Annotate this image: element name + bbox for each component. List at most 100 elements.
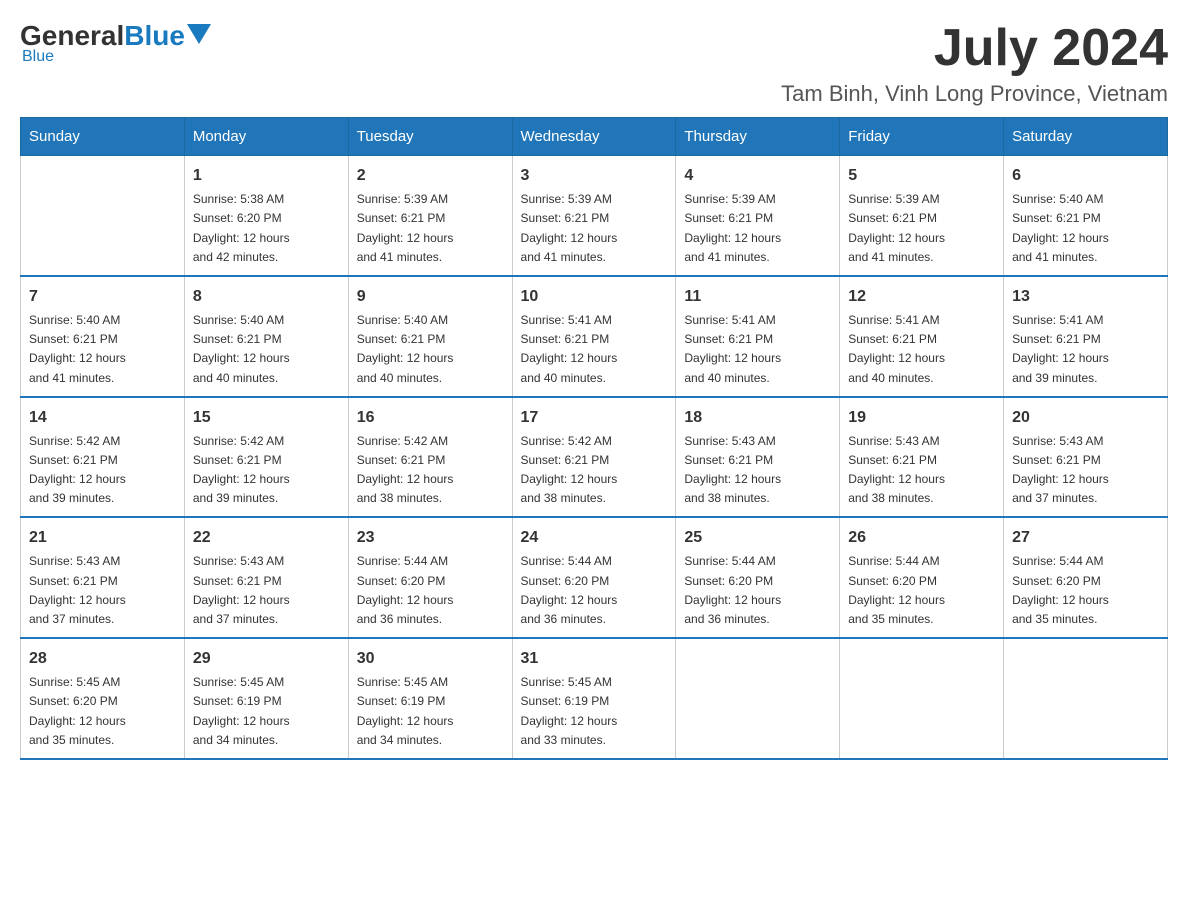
day-number: 1 bbox=[193, 164, 340, 188]
day-info: Sunrise: 5:42 AM Sunset: 6:21 PM Dayligh… bbox=[357, 432, 504, 509]
month-year-title: July 2024 bbox=[781, 20, 1168, 77]
logo: General Blue Blue bbox=[20, 20, 211, 66]
day-info: Sunrise: 5:40 AM Sunset: 6:21 PM Dayligh… bbox=[1012, 190, 1159, 267]
day-number: 10 bbox=[521, 285, 668, 309]
calendar-week-row: 14Sunrise: 5:42 AM Sunset: 6:21 PM Dayli… bbox=[21, 397, 1168, 518]
calendar-cell: 13Sunrise: 5:41 AM Sunset: 6:21 PM Dayli… bbox=[1004, 276, 1168, 397]
calendar-header-saturday: Saturday bbox=[1004, 118, 1168, 156]
day-number: 27 bbox=[1012, 526, 1159, 550]
day-info: Sunrise: 5:44 AM Sunset: 6:20 PM Dayligh… bbox=[684, 552, 831, 629]
day-number: 26 bbox=[848, 526, 995, 550]
day-info: Sunrise: 5:40 AM Sunset: 6:21 PM Dayligh… bbox=[357, 311, 504, 388]
day-number: 24 bbox=[521, 526, 668, 550]
day-number: 7 bbox=[29, 285, 176, 309]
calendar-cell: 29Sunrise: 5:45 AM Sunset: 6:19 PM Dayli… bbox=[184, 638, 348, 759]
day-number: 13 bbox=[1012, 285, 1159, 309]
day-number: 20 bbox=[1012, 406, 1159, 430]
day-number: 31 bbox=[521, 647, 668, 671]
day-info: Sunrise: 5:39 AM Sunset: 6:21 PM Dayligh… bbox=[848, 190, 995, 267]
day-info: Sunrise: 5:44 AM Sunset: 6:20 PM Dayligh… bbox=[357, 552, 504, 629]
day-number: 2 bbox=[357, 164, 504, 188]
day-info: Sunrise: 5:42 AM Sunset: 6:21 PM Dayligh… bbox=[193, 432, 340, 509]
page-header: General Blue Blue July 2024 Tam Binh, Vi… bbox=[20, 20, 1168, 107]
day-number: 22 bbox=[193, 526, 340, 550]
day-info: Sunrise: 5:40 AM Sunset: 6:21 PM Dayligh… bbox=[193, 311, 340, 388]
calendar-cell: 22Sunrise: 5:43 AM Sunset: 6:21 PM Dayli… bbox=[184, 517, 348, 638]
calendar-header-monday: Monday bbox=[184, 118, 348, 156]
logo-blue-text: Blue bbox=[124, 20, 185, 52]
day-number: 19 bbox=[848, 406, 995, 430]
logo-triangle-icon bbox=[187, 24, 211, 44]
day-number: 29 bbox=[193, 647, 340, 671]
day-info: Sunrise: 5:44 AM Sunset: 6:20 PM Dayligh… bbox=[848, 552, 995, 629]
day-number: 8 bbox=[193, 285, 340, 309]
calendar-cell: 3Sunrise: 5:39 AM Sunset: 6:21 PM Daylig… bbox=[512, 156, 676, 276]
day-info: Sunrise: 5:43 AM Sunset: 6:21 PM Dayligh… bbox=[1012, 432, 1159, 509]
day-info: Sunrise: 5:41 AM Sunset: 6:21 PM Dayligh… bbox=[848, 311, 995, 388]
calendar-cell: 15Sunrise: 5:42 AM Sunset: 6:21 PM Dayli… bbox=[184, 397, 348, 518]
day-number: 30 bbox=[357, 647, 504, 671]
calendar-cell: 10Sunrise: 5:41 AM Sunset: 6:21 PM Dayli… bbox=[512, 276, 676, 397]
calendar-week-row: 1Sunrise: 5:38 AM Sunset: 6:20 PM Daylig… bbox=[21, 156, 1168, 276]
calendar-week-row: 7Sunrise: 5:40 AM Sunset: 6:21 PM Daylig… bbox=[21, 276, 1168, 397]
day-number: 11 bbox=[684, 285, 831, 309]
day-info: Sunrise: 5:38 AM Sunset: 6:20 PM Dayligh… bbox=[193, 190, 340, 267]
calendar-cell bbox=[840, 638, 1004, 759]
calendar-cell: 27Sunrise: 5:44 AM Sunset: 6:20 PM Dayli… bbox=[1004, 517, 1168, 638]
day-number: 15 bbox=[193, 406, 340, 430]
calendar-cell: 16Sunrise: 5:42 AM Sunset: 6:21 PM Dayli… bbox=[348, 397, 512, 518]
calendar-cell: 25Sunrise: 5:44 AM Sunset: 6:20 PM Dayli… bbox=[676, 517, 840, 638]
calendar-cell: 9Sunrise: 5:40 AM Sunset: 6:21 PM Daylig… bbox=[348, 276, 512, 397]
day-info: Sunrise: 5:43 AM Sunset: 6:21 PM Dayligh… bbox=[29, 552, 176, 629]
calendar-cell: 20Sunrise: 5:43 AM Sunset: 6:21 PM Dayli… bbox=[1004, 397, 1168, 518]
calendar-header-sunday: Sunday bbox=[21, 118, 185, 156]
calendar-cell bbox=[21, 156, 185, 276]
day-info: Sunrise: 5:40 AM Sunset: 6:21 PM Dayligh… bbox=[29, 311, 176, 388]
day-info: Sunrise: 5:44 AM Sunset: 6:20 PM Dayligh… bbox=[1012, 552, 1159, 629]
day-info: Sunrise: 5:41 AM Sunset: 6:21 PM Dayligh… bbox=[521, 311, 668, 388]
logo-underline: Blue bbox=[20, 48, 54, 66]
day-info: Sunrise: 5:41 AM Sunset: 6:21 PM Dayligh… bbox=[1012, 311, 1159, 388]
day-info: Sunrise: 5:43 AM Sunset: 6:21 PM Dayligh… bbox=[193, 552, 340, 629]
calendar-cell: 19Sunrise: 5:43 AM Sunset: 6:21 PM Dayli… bbox=[840, 397, 1004, 518]
calendar-cell: 21Sunrise: 5:43 AM Sunset: 6:21 PM Dayli… bbox=[21, 517, 185, 638]
day-info: Sunrise: 5:45 AM Sunset: 6:19 PM Dayligh… bbox=[521, 673, 668, 750]
calendar-cell: 2Sunrise: 5:39 AM Sunset: 6:21 PM Daylig… bbox=[348, 156, 512, 276]
calendar-cell: 23Sunrise: 5:44 AM Sunset: 6:20 PM Dayli… bbox=[348, 517, 512, 638]
calendar-cell: 31Sunrise: 5:45 AM Sunset: 6:19 PM Dayli… bbox=[512, 638, 676, 759]
calendar-cell: 1Sunrise: 5:38 AM Sunset: 6:20 PM Daylig… bbox=[184, 156, 348, 276]
day-number: 25 bbox=[684, 526, 831, 550]
day-info: Sunrise: 5:44 AM Sunset: 6:20 PM Dayligh… bbox=[521, 552, 668, 629]
day-number: 9 bbox=[357, 285, 504, 309]
location-subtitle: Tam Binh, Vinh Long Province, Vietnam bbox=[781, 81, 1168, 107]
calendar-cell: 4Sunrise: 5:39 AM Sunset: 6:21 PM Daylig… bbox=[676, 156, 840, 276]
calendar-cell: 12Sunrise: 5:41 AM Sunset: 6:21 PM Dayli… bbox=[840, 276, 1004, 397]
calendar-cell: 14Sunrise: 5:42 AM Sunset: 6:21 PM Dayli… bbox=[21, 397, 185, 518]
calendar-header-wednesday: Wednesday bbox=[512, 118, 676, 156]
day-number: 17 bbox=[521, 406, 668, 430]
day-number: 28 bbox=[29, 647, 176, 671]
calendar-cell bbox=[1004, 638, 1168, 759]
calendar-header-thursday: Thursday bbox=[676, 118, 840, 156]
day-number: 23 bbox=[357, 526, 504, 550]
day-info: Sunrise: 5:42 AM Sunset: 6:21 PM Dayligh… bbox=[29, 432, 176, 509]
calendar-week-row: 21Sunrise: 5:43 AM Sunset: 6:21 PM Dayli… bbox=[21, 517, 1168, 638]
calendar-header-row: SundayMondayTuesdayWednesdayThursdayFrid… bbox=[21, 118, 1168, 156]
day-info: Sunrise: 5:43 AM Sunset: 6:21 PM Dayligh… bbox=[848, 432, 995, 509]
calendar-cell: 24Sunrise: 5:44 AM Sunset: 6:20 PM Dayli… bbox=[512, 517, 676, 638]
day-number: 5 bbox=[848, 164, 995, 188]
day-info: Sunrise: 5:39 AM Sunset: 6:21 PM Dayligh… bbox=[684, 190, 831, 267]
day-number: 12 bbox=[848, 285, 995, 309]
day-number: 14 bbox=[29, 406, 176, 430]
calendar-cell: 6Sunrise: 5:40 AM Sunset: 6:21 PM Daylig… bbox=[1004, 156, 1168, 276]
day-number: 16 bbox=[357, 406, 504, 430]
calendar-cell: 28Sunrise: 5:45 AM Sunset: 6:20 PM Dayli… bbox=[21, 638, 185, 759]
calendar-cell: 5Sunrise: 5:39 AM Sunset: 6:21 PM Daylig… bbox=[840, 156, 1004, 276]
calendar-cell: 17Sunrise: 5:42 AM Sunset: 6:21 PM Dayli… bbox=[512, 397, 676, 518]
day-number: 21 bbox=[29, 526, 176, 550]
day-info: Sunrise: 5:45 AM Sunset: 6:20 PM Dayligh… bbox=[29, 673, 176, 750]
calendar-table: SundayMondayTuesdayWednesdayThursdayFrid… bbox=[20, 117, 1168, 760]
calendar-cell: 8Sunrise: 5:40 AM Sunset: 6:21 PM Daylig… bbox=[184, 276, 348, 397]
day-info: Sunrise: 5:39 AM Sunset: 6:21 PM Dayligh… bbox=[521, 190, 668, 267]
day-info: Sunrise: 5:41 AM Sunset: 6:21 PM Dayligh… bbox=[684, 311, 831, 388]
